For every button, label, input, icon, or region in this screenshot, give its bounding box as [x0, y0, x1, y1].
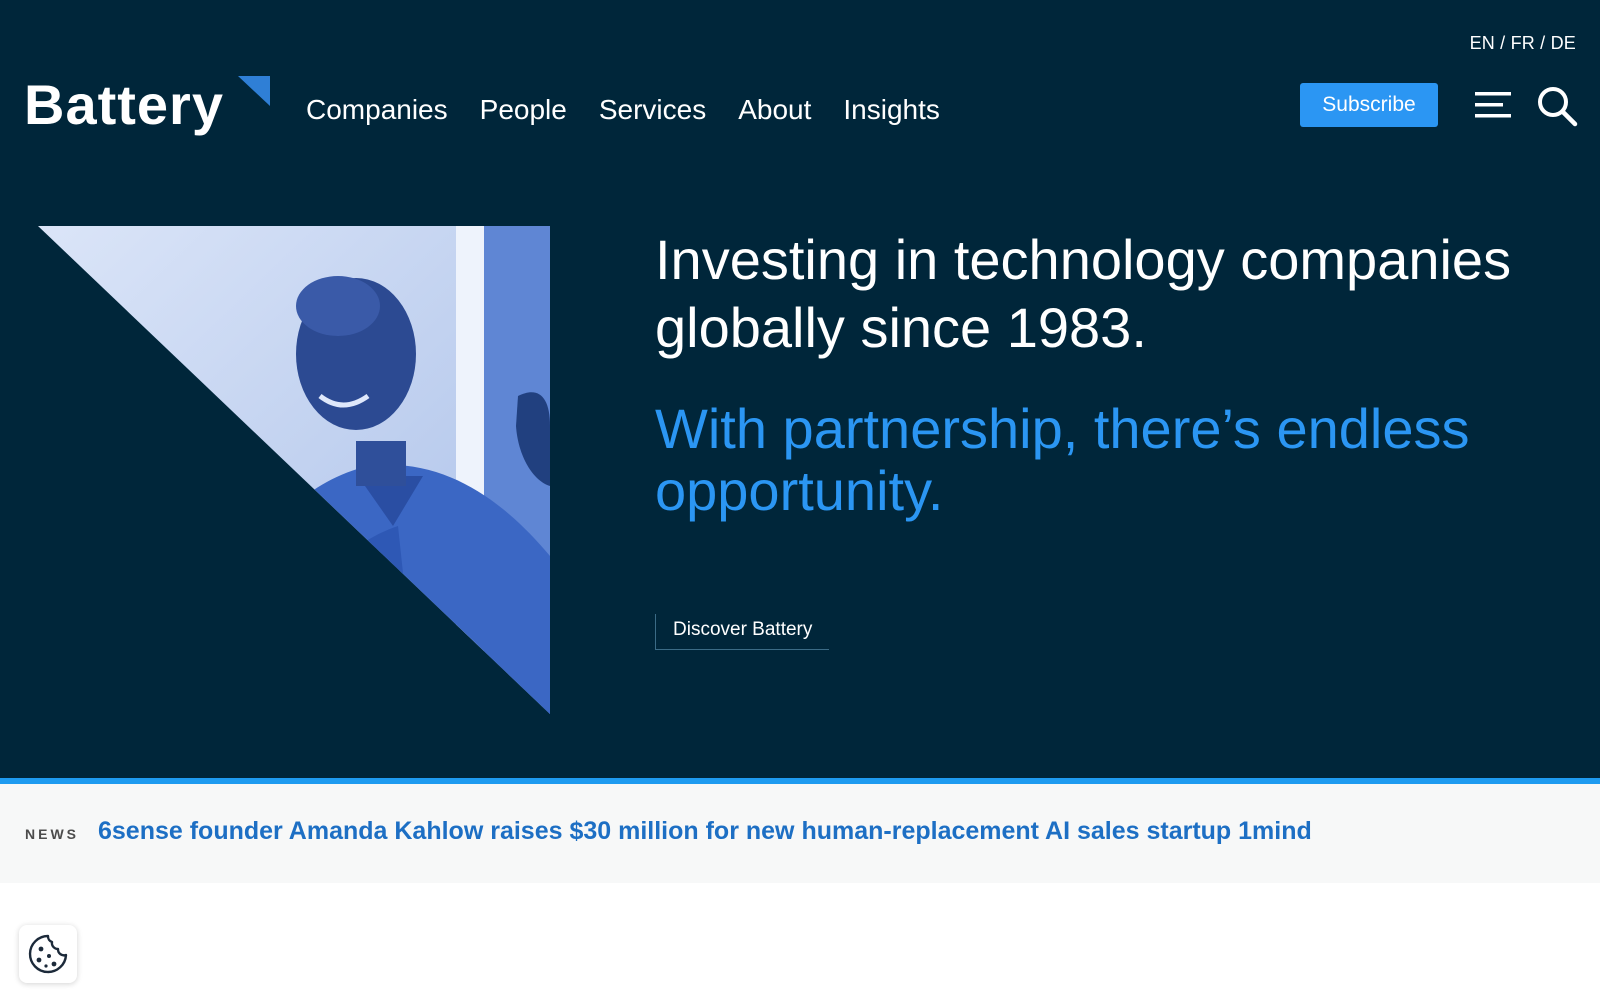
search-icon[interactable]	[1536, 85, 1578, 127]
news-label: NEWS	[25, 826, 79, 842]
logo[interactable]: Battery	[24, 72, 270, 142]
lang-fr[interactable]: FR	[1511, 33, 1535, 53]
nav-insights[interactable]: Insights	[843, 92, 940, 128]
hero-section: EN / FR / DE Battery Companies People Se…	[0, 0, 1600, 778]
news-ticker: NEWS 6sense founder Amanda Kahlow raises…	[0, 778, 1600, 883]
discover-battery-link[interactable]: Discover Battery	[655, 614, 830, 650]
hamburger-menu-icon[interactable]	[1475, 89, 1513, 121]
nav-companies[interactable]: Companies	[306, 92, 448, 128]
logo-text: Battery	[24, 73, 224, 136]
hero-photo	[38, 226, 550, 714]
nav-about[interactable]: About	[738, 92, 811, 128]
hero-subheadline: With partnership, there’s endless opport…	[655, 397, 1470, 522]
hero-headline: Investing in technology companies global…	[655, 228, 1512, 359]
nav-people[interactable]: People	[480, 92, 567, 128]
nav-services[interactable]: Services	[599, 92, 706, 128]
main-nav: Companies People Services About Insights	[306, 92, 940, 128]
lang-de[interactable]: DE	[1551, 33, 1576, 53]
lang-separator: /	[1534, 33, 1551, 53]
lang-separator: /	[1494, 33, 1511, 53]
language-switcher: EN / FR / DE	[1470, 33, 1576, 54]
subscribe-button[interactable]: Subscribe	[1300, 83, 1438, 127]
cookie-icon	[28, 934, 68, 974]
lang-en[interactable]: EN	[1470, 33, 1495, 53]
logo-corner-mark-icon	[238, 76, 270, 106]
cookie-settings-button[interactable]	[19, 925, 77, 983]
news-headline-link[interactable]: 6sense founder Amanda Kahlow raises $30 …	[98, 817, 1312, 846]
